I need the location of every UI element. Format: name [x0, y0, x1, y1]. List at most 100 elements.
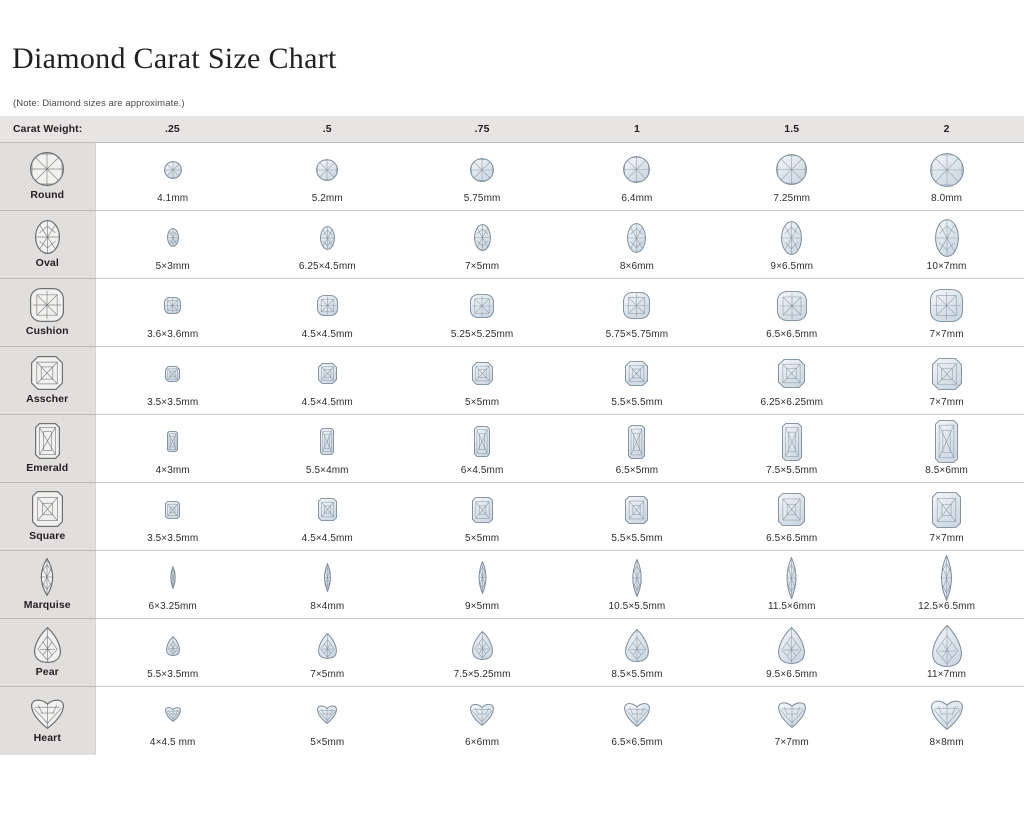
- column-header-carat-weight: Carat Weight:: [0, 116, 95, 143]
- size-cell-pear-.25: 5.5×3.5mm: [95, 619, 250, 687]
- diamond-image-square-5: [869, 489, 1024, 531]
- size-cell-round-1.5: 7.25mm: [714, 143, 869, 211]
- table-row: Emerald 4×3mm 5.5×4mm 6×4.5mm: [0, 415, 1024, 483]
- shape-label-cell-pear: Pear: [0, 619, 95, 687]
- size-value: 7×5mm: [250, 669, 405, 680]
- column-header-carat-1: .5: [250, 116, 405, 143]
- shape-label-cell-cushion: Cushion: [0, 279, 95, 347]
- size-value: 4.5×4.5mm: [250, 533, 405, 544]
- diamond-image-heart-5: [869, 693, 1024, 735]
- diamond-image-heart-3: [560, 693, 715, 735]
- page-title: Diamond Carat Size Chart: [0, 20, 1024, 75]
- shape-label-cell-marquise: Marquise: [0, 551, 95, 619]
- diamond-image-oval-0: [96, 217, 250, 259]
- size-cell-cushion-.75: 5.25×5.25mm: [405, 279, 560, 347]
- shape-label-cell-oval: Oval: [0, 211, 95, 279]
- size-value: 5×5mm: [405, 533, 560, 544]
- diamond-image-round-1: [250, 149, 405, 191]
- size-value: 3.6×3.6mm: [96, 329, 250, 340]
- diamond-image-emerald-0: [96, 421, 250, 463]
- size-cell-heart-1.5: 7×7mm: [714, 687, 869, 755]
- emerald-diamond-icon: [0, 423, 95, 459]
- size-value: 5.75×5.75mm: [560, 329, 715, 340]
- header-row: Carat Weight: .25 .5 .75 1 1.5 2: [0, 116, 1024, 143]
- diamond-image-asscher-4: [714, 353, 869, 395]
- diamond-image-oval-2: [405, 217, 560, 259]
- size-value: 6.5×5mm: [560, 465, 715, 476]
- diamond-image-heart-0: [96, 693, 250, 735]
- column-header-carat-5: 2: [869, 116, 1024, 143]
- diamond-image-square-0: [96, 489, 250, 531]
- shape-label-cell-round: Round: [0, 143, 95, 211]
- size-value: 8.5×5.5mm: [560, 669, 715, 680]
- diamond-image-emerald-4: [714, 421, 869, 463]
- table-row: Pear 5.5×3.5mm 7×5mm 7.5×5.25: [0, 619, 1024, 687]
- size-value: 6.5×6.5mm: [714, 329, 869, 340]
- diamond-image-emerald-2: [405, 421, 560, 463]
- size-cell-square-2: 7×7mm: [869, 483, 1024, 551]
- size-cell-heart-.5: 5×5mm: [250, 687, 405, 755]
- size-cell-round-.75: 5.75mm: [405, 143, 560, 211]
- diamond-image-pear-0: [96, 625, 250, 667]
- diamond-image-oval-3: [560, 217, 715, 259]
- size-value: 5.5×3.5mm: [96, 669, 250, 680]
- size-value: 7×7mm: [869, 329, 1024, 340]
- square-diamond-icon: [0, 491, 95, 527]
- diamond-image-marquise-1: [250, 557, 405, 599]
- diamond-image-pear-5: [869, 625, 1024, 667]
- size-cell-marquise-.75: 9×5mm: [405, 551, 560, 619]
- size-cell-marquise-2: 12.5×6.5mm: [869, 551, 1024, 619]
- cushion-diamond-icon: [0, 288, 95, 322]
- size-cell-round-.5: 5.2mm: [250, 143, 405, 211]
- shape-label-cell-heart: Heart: [0, 687, 95, 755]
- diamond-image-cushion-1: [250, 285, 405, 327]
- diamond-image-round-2: [405, 149, 560, 191]
- diamond-image-asscher-5: [869, 353, 1024, 395]
- oval-diamond-icon: [0, 220, 95, 254]
- column-header-carat-3: 1: [560, 116, 715, 143]
- size-cell-heart-2: 8×8mm: [869, 687, 1024, 755]
- diamond-image-square-2: [405, 489, 560, 531]
- size-value: 8.5×6mm: [869, 465, 1024, 476]
- shape-name-oval: Oval: [0, 257, 95, 269]
- shape-name-asscher: Asscher: [0, 393, 95, 405]
- size-cell-emerald-.25: 4×3mm: [95, 415, 250, 483]
- diamond-carat-size-chart-page: Diamond Carat Size Chart (Note: Diamond …: [0, 20, 1024, 823]
- size-value: 4×4.5 mm: [96, 737, 250, 748]
- asscher-diamond-icon: [0, 356, 95, 390]
- size-cell-cushion-.5: 4.5×4.5mm: [250, 279, 405, 347]
- diamond-image-cushion-5: [869, 285, 1024, 327]
- column-header-carat-0: .25: [95, 116, 250, 143]
- size-cell-emerald-1.5: 7.5×5.5mm: [714, 415, 869, 483]
- size-value: 5.75mm: [405, 193, 560, 204]
- size-cell-oval-2: 10×7mm: [869, 211, 1024, 279]
- size-value: 6.5×6.5mm: [714, 533, 869, 544]
- size-cell-pear-2: 11×7mm: [869, 619, 1024, 687]
- diamond-image-cushion-3: [560, 285, 715, 327]
- size-cell-round-2: 8.0mm: [869, 143, 1024, 211]
- diamond-image-round-4: [714, 149, 869, 191]
- table-row: Marquise 6×3.25mm 8×4mm 9×5mm: [0, 551, 1024, 619]
- size-value: 12.5×6.5mm: [869, 601, 1024, 612]
- diamond-image-marquise-4: [714, 557, 869, 599]
- size-value: 5×3mm: [96, 261, 250, 272]
- shape-name-square: Square: [0, 530, 95, 542]
- size-value: 11×7mm: [869, 669, 1024, 680]
- diamond-image-asscher-0: [96, 353, 250, 395]
- diamond-image-oval-4: [714, 217, 869, 259]
- size-value: 7×7mm: [869, 397, 1024, 408]
- size-cell-heart-1: 6.5×6.5mm: [560, 687, 715, 755]
- size-value: 5.5×5.5mm: [560, 533, 715, 544]
- size-cell-asscher-1.5: 6.25×6.25mm: [714, 347, 869, 415]
- diamond-image-marquise-2: [405, 557, 560, 599]
- size-cell-oval-.5: 6.25×4.5mm: [250, 211, 405, 279]
- column-header-carat-2: .75: [405, 116, 560, 143]
- size-value: 3.5×3.5mm: [96, 533, 250, 544]
- diamond-image-oval-1: [250, 217, 405, 259]
- size-cell-oval-1: 8×6mm: [560, 211, 715, 279]
- approximation-note: (Note: Diamond sizes are approximate.): [0, 95, 1024, 109]
- size-value: 11.5×6mm: [714, 601, 869, 612]
- size-cell-heart-.25: 4×4.5 mm: [95, 687, 250, 755]
- diamond-image-emerald-5: [869, 421, 1024, 463]
- carat-size-table: Carat Weight: .25 .5 .75 1 1.5 2 Round 4…: [0, 116, 1024, 755]
